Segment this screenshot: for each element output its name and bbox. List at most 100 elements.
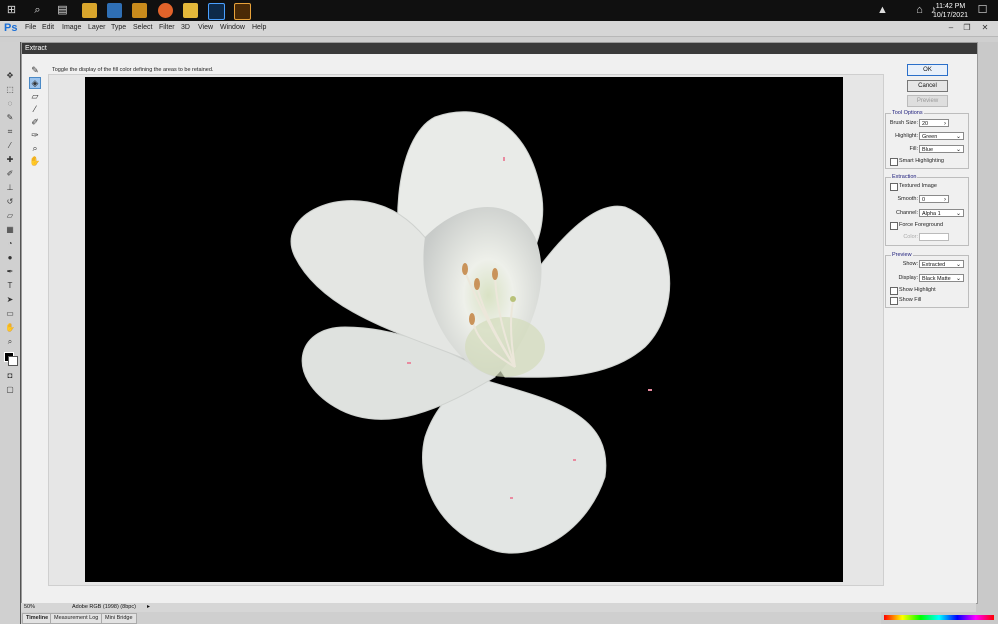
menu-window[interactable]: Window [220,24,245,31]
tab-timeline[interactable]: Timeline [22,613,53,624]
bridge-taskbar-icon[interactable] [234,3,251,20]
show-highlight-checkbox[interactable] [890,287,898,295]
history-brush-tool-icon[interactable]: ↺ [4,196,16,207]
task-view-icon[interactable]: ▤ [55,3,70,18]
fill-select[interactable]: Blue ⌄ [919,145,964,153]
hand-tool-icon[interactable]: ✋ [4,322,16,333]
eyedropper-tool-icon[interactable]: ⁄ [4,140,16,151]
hand-tool-icon[interactable]: ✋ [29,155,41,167]
clock-date: 10/17/2021 [932,12,968,19]
ok-button[interactable]: OK [907,64,948,76]
gradient-tool-icon[interactable]: ▦ [4,224,16,235]
marquee-tool-icon[interactable]: ⬚ [4,84,16,95]
show-value: Extracted [922,262,946,268]
menu-view[interactable]: View [198,24,213,31]
tab-measurement-log[interactable]: Measurement Log [50,613,103,624]
smart-highlighting-checkbox[interactable] [890,158,898,166]
cleanup-tool-icon[interactable]: ✐ [29,116,41,128]
slider-arrow-icon[interactable]: › [944,196,946,204]
menu-layer[interactable]: Layer [88,24,106,31]
show-fill-checkbox[interactable] [890,297,898,305]
brush-size-field[interactable]: 20 › [919,119,949,127]
dodge-tool-icon[interactable]: ● [4,252,16,263]
tool-options-group: Tool Options Brush Size: 20 › Highlight:… [885,110,969,169]
close-icon[interactable]: ✕ [980,23,990,33]
edge-highlighter-tool-icon[interactable]: ✎ [29,64,41,76]
smart-highlighting-label: Smart Highlighting [899,158,944,164]
quick-mask-icon[interactable]: ◘ [4,370,16,381]
highlight-value: Green [922,134,938,140]
type-tool-icon[interactable]: T [4,280,16,291]
shape-tool-icon[interactable]: ▭ [4,308,16,319]
slider-arrow-icon[interactable]: › [944,120,946,128]
status-menu-arrow-icon[interactable]: ▸ [147,603,150,610]
highlight-label: Highlight: [895,133,918,139]
menu-3d[interactable]: 3D [181,24,190,31]
windows-start-icon[interactable]: ⊞ [4,3,19,18]
photoshop-taskbar-icon[interactable] [208,3,225,20]
flower-image [290,111,671,554]
stamp-tool-icon[interactable]: ⊥ [4,182,16,193]
dialog-title-bar[interactable]: Extract [22,43,977,54]
restore-icon[interactable]: ❐ [962,23,972,33]
background-color-swatch[interactable] [8,356,18,366]
media-app-icon[interactable] [82,3,97,18]
brush-tool-icon[interactable]: ✐ [4,168,16,179]
menu-select[interactable]: Select [133,24,152,31]
pen-tool-icon[interactable]: ✒ [4,266,16,277]
lasso-tool-icon[interactable]: ◌ [4,98,16,109]
zoom-level[interactable]: 50% [24,604,35,610]
screen-mode-icon[interactable]: ▢ [4,384,16,395]
edge-touchup-tool-icon[interactable]: ✑ [29,129,41,141]
eraser-tool-icon[interactable]: ▱ [29,90,41,102]
fill-tool-icon[interactable]: ◈ [29,77,41,89]
search-icon[interactable]: ⌕ [30,3,45,18]
menu-help[interactable]: Help [252,24,266,31]
highlight-select[interactable]: Green ⌄ [919,132,964,140]
smooth-field[interactable]: 0 › [919,195,949,203]
move-tool-icon[interactable]: ✥ [4,70,16,81]
menu-file[interactable]: File [25,24,36,31]
minimize-icon[interactable]: – [946,23,956,33]
channel-select[interactable]: Alpha 1 ⌄ [919,209,964,217]
menu-type[interactable]: Type [111,24,126,31]
preview-button[interactable]: Preview [907,95,948,107]
display-select[interactable]: Black Matte ⌄ [919,274,964,282]
game-app-icon[interactable] [132,3,147,18]
color-ramp[interactable] [884,615,994,620]
zoom-tool-icon[interactable]: ⌕ [4,336,16,347]
extract-tools: ✎ ◈ ▱ ⁄ ✐ ✑ ⌕ ✋ [29,64,43,168]
action-center-icon[interactable]: ☐ [975,3,990,18]
network-icon[interactable]: ⌂ [912,3,927,18]
menu-edit[interactable]: Edit [42,24,54,31]
system-clock[interactable]: 11:42 PM 10/17/2021 [933,2,968,20]
tab-mini-bridge[interactable]: Mini Bridge [101,613,137,624]
color-profile: Adobe RGB (1998) (8bpc) [72,604,136,610]
crop-tool-icon[interactable]: ⌗ [4,126,16,137]
menu-image[interactable]: Image [62,24,81,31]
blur-tool-icon[interactable]: ◔ [4,238,16,249]
3d-app-icon[interactable] [107,3,122,18]
textured-image-checkbox[interactable] [890,183,898,191]
path-select-tool-icon[interactable]: ➤ [4,294,16,305]
color-swatch-field[interactable] [919,233,949,241]
fill-label: Fill: [909,146,918,152]
image-canvas[interactable] [85,77,843,582]
preview-group-title: Preview [891,252,913,258]
force-foreground-checkbox[interactable] [890,222,898,230]
eyedropper-tool-icon[interactable]: ⁄ [29,103,41,115]
notification-area-icon[interactable]: ▲ [875,3,890,18]
firefox-icon[interactable] [158,3,173,18]
menu-filter[interactable]: Filter [159,24,175,31]
eraser-tool-icon[interactable]: ▱ [4,210,16,221]
show-select[interactable]: Extracted ⌄ [919,260,964,268]
color-label: Color: [903,234,918,240]
file-explorer-icon[interactable] [183,3,198,18]
show-highlight-label: Show Highlight [899,287,936,293]
healing-tool-icon[interactable]: ✚ [4,154,16,165]
menu-bar: Ps File Edit Image Layer Type Select Fil… [0,21,998,37]
cancel-button[interactable]: Cancel [907,80,948,92]
display-label: Display: [898,275,918,281]
zoom-tool-icon[interactable]: ⌕ [29,142,41,154]
quick-select-tool-icon[interactable]: ✎ [4,112,16,123]
